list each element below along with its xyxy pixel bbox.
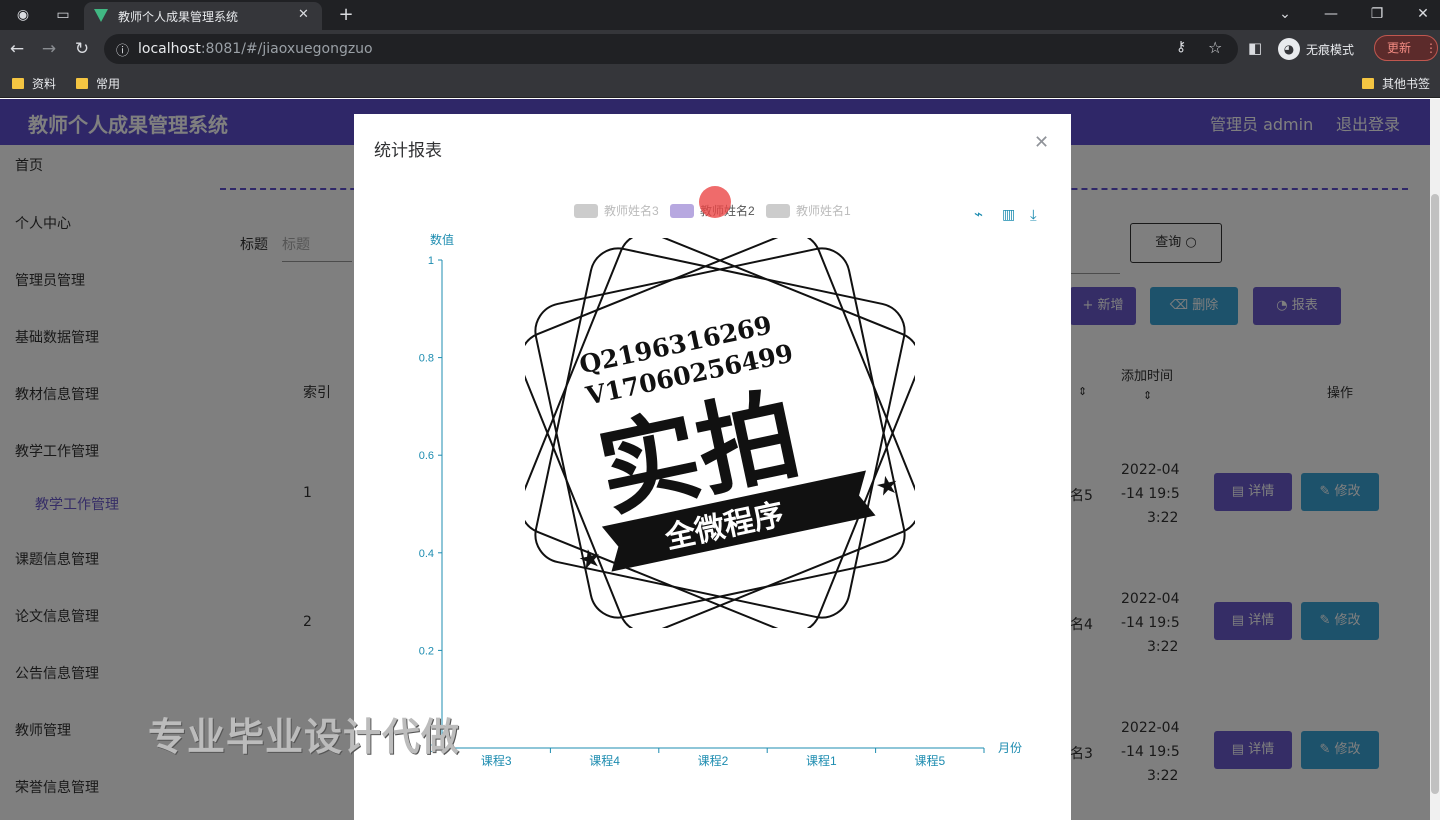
page-scrollbar[interactable] (1430, 99, 1440, 820)
browser-toolbar: ← → ↻ ⓘ localhost:8081/#/jiaoxuegongzuo … (0, 30, 1440, 68)
folder-icon (76, 78, 88, 89)
back-icon[interactable]: ← (6, 39, 28, 59)
update-label: 更新 (1387, 41, 1412, 55)
folder-icon (12, 78, 24, 89)
y-tick-label: 0.6 (419, 450, 434, 462)
overlay-caption: 专业毕业设计代做 (148, 715, 461, 759)
legend-label: 教师姓名3 (604, 203, 659, 218)
address-bar[interactable]: ⓘ localhost:8081/#/jiaoxuegongzuo ⚷ ☆ (104, 34, 1238, 64)
tab-title: 教师个人成果管理系统 (118, 10, 239, 24)
x-tick-label: 课程5 (914, 753, 945, 768)
x-tick-label: 课程4 (589, 753, 620, 768)
legend-swatch (574, 204, 598, 218)
update-button[interactable]: 更新 ⋮ (1374, 35, 1438, 61)
y-axis-label: 数值 (430, 232, 454, 247)
y-tick-label: 0.2 (419, 645, 434, 657)
tab-list-icon[interactable]: ⌄ (1270, 3, 1300, 25)
bookmark-folder-2[interactable]: 常用 (76, 75, 120, 92)
vue-logo-icon (94, 9, 108, 22)
legend-swatch (670, 204, 694, 218)
line-chart-icon: ⌁ (974, 205, 983, 223)
site-info-icon[interactable]: ⓘ (116, 40, 129, 59)
folder-icon (1362, 78, 1374, 89)
bookmark-label: 常用 (96, 77, 121, 91)
bar-chart-icon: ▥ (1002, 207, 1015, 223)
key-icon[interactable]: ⚷ (1176, 39, 1186, 55)
tab-search-icon[interactable]: ▭ (52, 5, 74, 25)
x-axis-label: 月份 (998, 741, 1022, 755)
star-icon: ★ (873, 469, 902, 503)
y-tick-label: 1 (428, 255, 434, 267)
menu-dots-icon: ⋮ (1425, 41, 1437, 55)
browser-tab-strip: ◉ ▭ 教师个人成果管理系统 ✕ + ⌄ — ❐ ✕ (0, 0, 1440, 30)
star-icon: ★ (576, 543, 605, 577)
bookmarks-bar: 资料 常用 其他书签 (0, 68, 1440, 98)
y-tick-label: 0.8 (419, 353, 434, 365)
incognito-indicator[interactable]: ◕ 无痕模式 (1278, 36, 1354, 62)
x-tick-label: 课程2 (698, 753, 729, 768)
new-tab-icon[interactable]: + (335, 5, 357, 25)
url-host: localhost (138, 41, 201, 57)
cursor-highlight (699, 186, 731, 218)
bookmark-star-icon[interactable]: ☆ (1208, 38, 1222, 57)
minimize-icon[interactable]: — (1316, 3, 1346, 25)
legend-label: 教师姓名1 (796, 203, 851, 218)
scrollbar-thumb[interactable] (1431, 194, 1439, 794)
watermark-stamp: Q2196316269 V17060256499 实拍 全微程序 ★ ★ (525, 238, 915, 628)
close-window-icon[interactable]: ✕ (1408, 3, 1438, 25)
y-tick-label: 0.4 (419, 548, 434, 560)
browser-icon[interactable]: ◉ (12, 5, 34, 25)
x-tick-label: 课程3 (481, 753, 512, 768)
url-path: :8081/#/jiaoxuegongzuo (200, 41, 373, 57)
x-tick-label: 课程1 (806, 753, 837, 768)
tab-close-icon[interactable]: ✕ (298, 7, 309, 22)
forward-icon[interactable]: → (38, 39, 60, 59)
restore-icon[interactable]: ❐ (1362, 3, 1392, 25)
close-icon[interactable]: ✕ (1034, 132, 1049, 153)
incognito-label: 无痕模式 (1306, 42, 1355, 57)
other-bookmarks-label: 其他书签 (1382, 77, 1431, 91)
reload-icon[interactable]: ↻ (71, 39, 93, 59)
other-bookmarks[interactable]: 其他书签 (1362, 75, 1430, 92)
legend-swatch (766, 204, 790, 218)
download-icon: ⤓ (1030, 206, 1037, 224)
active-browser-tab[interactable]: 教师个人成果管理系统 ✕ (84, 2, 322, 30)
side-panel-icon[interactable]: ◧ (1248, 39, 1262, 57)
dialog-title: 统计报表 (374, 141, 442, 161)
bookmark-folder-1[interactable]: 资料 (12, 75, 56, 92)
incognito-icon: ◕ (1278, 38, 1300, 60)
bookmark-label: 资料 (32, 77, 57, 91)
